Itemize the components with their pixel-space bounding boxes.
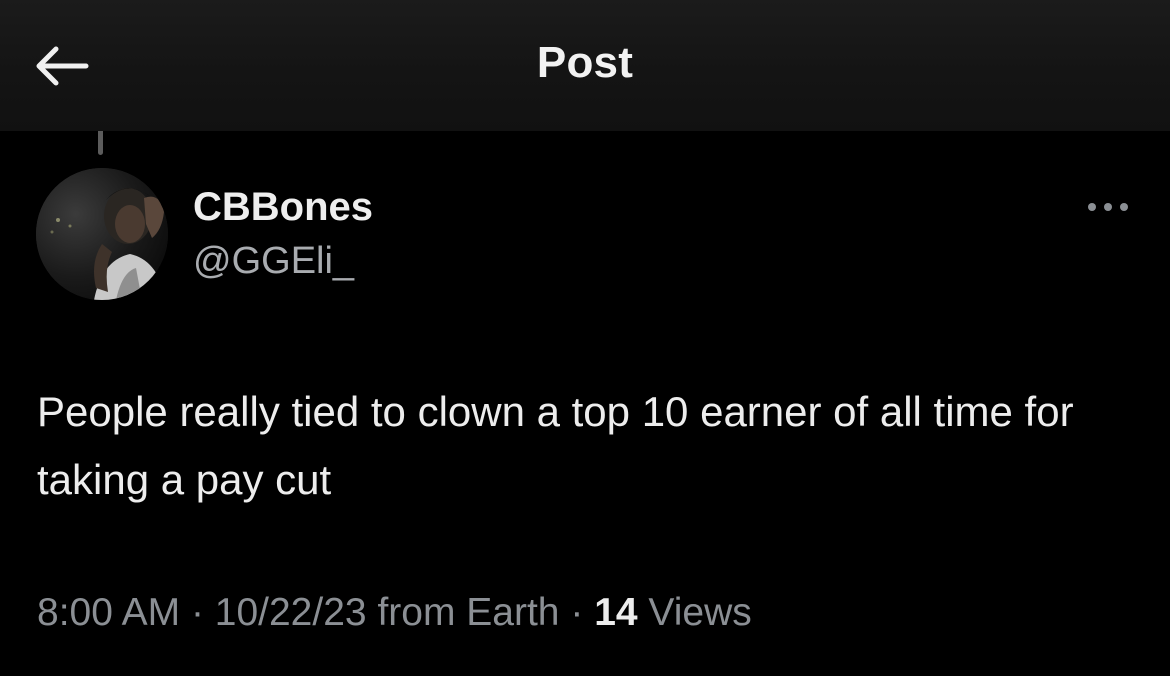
author-handle[interactable]: @GGEli_ bbox=[193, 240, 354, 283]
views-count[interactable]: 14 bbox=[594, 591, 637, 634]
thread-connector-line bbox=[98, 131, 103, 155]
more-horizontal-icon bbox=[1088, 203, 1128, 211]
page-title: Post bbox=[536, 38, 634, 87]
post-text: People really tied to clown a top 10 ear… bbox=[37, 388, 1074, 503]
post-metadata: 8:00 AM · 10/22/23 from Earth · 14 Views bbox=[37, 591, 752, 635]
meta-separator: · bbox=[190, 591, 204, 634]
post-date[interactable]: 10/22/23 bbox=[215, 591, 367, 634]
top-bar: Post bbox=[0, 0, 1170, 131]
post-time[interactable]: 8:00 AM bbox=[37, 591, 180, 634]
author-display-name[interactable]: CBBones bbox=[193, 185, 373, 230]
more-options-button[interactable] bbox=[1080, 190, 1136, 224]
post-source: from Earth bbox=[377, 591, 560, 634]
views-label[interactable]: Views bbox=[648, 591, 751, 634]
profile-photo bbox=[36, 168, 168, 300]
avatar[interactable] bbox=[36, 168, 168, 300]
meta-separator: · bbox=[570, 591, 584, 634]
